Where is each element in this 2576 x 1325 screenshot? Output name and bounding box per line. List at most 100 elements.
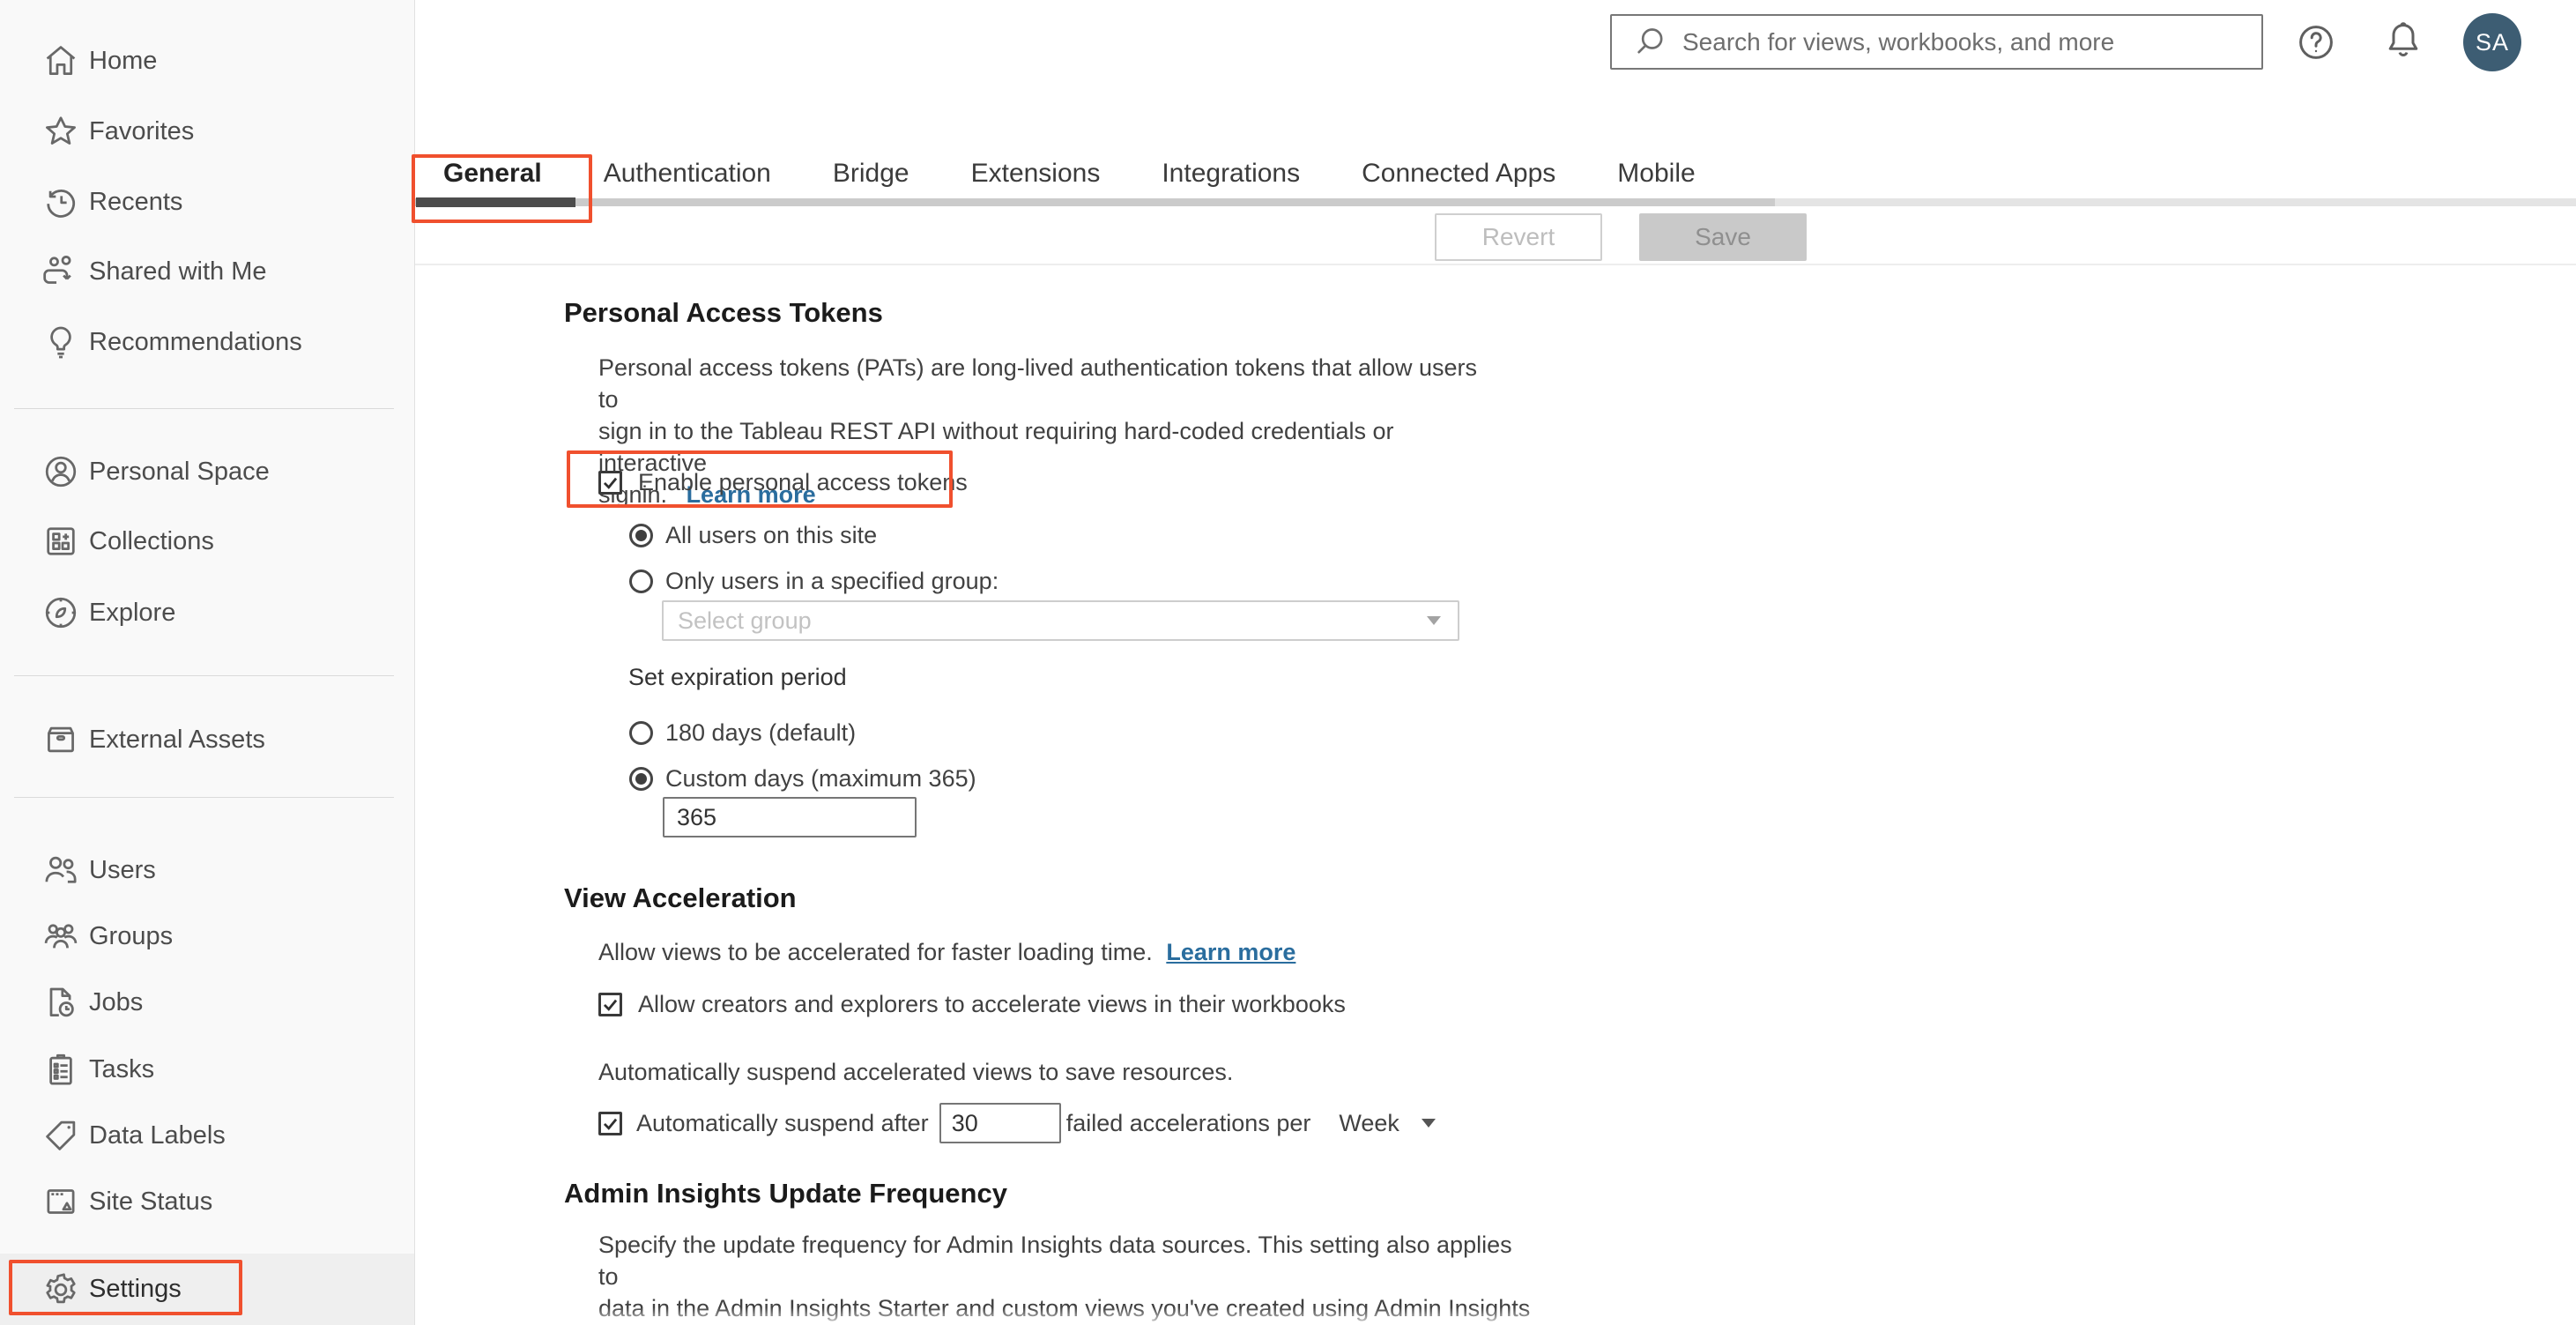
chevron-down-icon [1426, 615, 1442, 626]
history-icon [41, 182, 80, 221]
sidebar-item-users[interactable]: Users [0, 837, 414, 904]
sidebar-item-label: Groups [89, 921, 174, 950]
drawer-icon [41, 720, 80, 759]
star-icon [41, 112, 80, 151]
sidebar-item-collections[interactable]: Collections [0, 508, 414, 575]
settings-tabs: General Authentication Bridge Extensions… [443, 159, 1696, 197]
enable-pat-label: Enable personal access tokens [638, 469, 968, 495]
jobs-icon [41, 983, 80, 1022]
sidebar-item-label: External Assets [89, 725, 265, 754]
sidebar: Home Favorites Recents Shared with Me Re… [0, 0, 415, 1325]
auto-suspend-suffix-label: failed accelerations per [1065, 1109, 1311, 1136]
admin-insights-description: Specify the update frequency for Admin I… [598, 1232, 1531, 1321]
search-input[interactable] [1682, 27, 2261, 56]
suspend-count-input[interactable] [939, 1103, 1061, 1143]
sidebar-item-settings[interactable]: Settings [0, 1254, 414, 1325]
allow-acceleration-row: Allow creators and explorers to accelera… [598, 991, 1346, 1018]
sidebar-divider [14, 675, 394, 676]
sidebar-divider [14, 797, 394, 798]
sidebar-item-site-status[interactable]: Site Status [0, 1168, 414, 1235]
expiration-label: Set expiration period [628, 664, 847, 690]
custom-days-row: Custom days (maximum 365) [629, 765, 976, 793]
home-icon [41, 41, 80, 80]
header-divider [415, 264, 2576, 265]
pat-heading: Personal Access Tokens [564, 297, 883, 328]
allow-acceleration-checkbox[interactable] [598, 993, 622, 1016]
enable-pat-row: Enable personal access tokens [598, 469, 968, 496]
allow-acceleration-label: Allow creators and explorers to accelera… [638, 991, 1346, 1017]
tab-track-extension [1775, 198, 2576, 206]
tab-general[interactable]: General [443, 159, 542, 197]
sidebar-divider [14, 408, 394, 409]
sidebar-item-tasks[interactable]: Tasks [0, 1036, 414, 1103]
sidebar-item-home[interactable]: Home [0, 27, 414, 94]
all-users-radio[interactable] [629, 524, 653, 547]
sidebar-item-label: Tasks [89, 1054, 155, 1083]
avatar[interactable]: SA [2463, 13, 2521, 71]
notifications-bell-icon[interactable] [2382, 19, 2424, 62]
view-acceleration-description: Allow views to be accelerated for faster… [598, 936, 1656, 968]
auto-suspend-row: Automatically suspend after failed accel… [598, 1103, 1436, 1143]
tasks-icon [41, 1050, 80, 1089]
tab-mobile[interactable]: Mobile [1617, 159, 1695, 197]
sidebar-item-shared-with-me[interactable]: Shared with Me [0, 238, 414, 305]
specified-group-radio[interactable] [629, 569, 653, 593]
sidebar-item-personal-space[interactable]: Personal Space [0, 438, 414, 505]
tab-bridge[interactable]: Bridge [833, 159, 909, 197]
sidebar-item-label: Personal Space [89, 457, 270, 486]
sidebar-item-label: Users [89, 855, 156, 884]
sidebar-item-label: Data Labels [89, 1120, 226, 1150]
sidebar-item-favorites[interactable]: Favorites [0, 98, 414, 165]
sidebar-item-explore[interactable]: Explore [0, 579, 414, 646]
enable-pat-checkbox[interactable] [598, 471, 622, 495]
help-icon[interactable] [2295, 21, 2337, 63]
custom-days-label: Custom days (maximum 365) [665, 765, 976, 792]
shared-with-me-icon [41, 252, 80, 291]
collections-icon [41, 522, 80, 561]
sidebar-item-recents[interactable]: Recents [0, 168, 414, 235]
specified-group-label: Only users in a specified group: [665, 568, 999, 594]
auto-suspend-checkbox[interactable] [598, 1111, 622, 1135]
tag-icon [41, 1116, 80, 1155]
sidebar-item-label: Home [89, 46, 158, 75]
tableau-settings-page: Home Favorites Recents Shared with Me Re… [0, 0, 2576, 1325]
sidebar-item-data-labels[interactable]: Data Labels [0, 1102, 414, 1169]
gear-icon [41, 1270, 80, 1309]
default-days-radio[interactable] [629, 721, 653, 745]
tab-extensions[interactable]: Extensions [971, 159, 1101, 197]
custom-days-radio[interactable] [629, 767, 653, 791]
sidebar-item-label: Recommendations [89, 327, 302, 356]
site-status-icon [41, 1182, 80, 1221]
custom-days-input[interactable] [663, 797, 917, 837]
tab-integrations[interactable]: Integrations [1162, 159, 1300, 197]
sidebar-item-label: Explore [89, 598, 176, 627]
period-value: Week [1339, 1109, 1399, 1136]
person-circle-icon [41, 452, 80, 491]
sidebar-item-groups[interactable]: Groups [0, 903, 414, 970]
sidebar-item-label: Collections [89, 526, 214, 555]
tab-authentication[interactable]: Authentication [604, 159, 771, 197]
sidebar-item-label: Jobs [89, 987, 144, 1016]
users-icon [41, 851, 80, 890]
select-group-placeholder: Select group [678, 607, 812, 634]
specified-group-row: Only users in a specified group: [629, 568, 998, 595]
sidebar-item-label: Recents [89, 187, 183, 216]
revert-button[interactable]: Revert [1435, 213, 1602, 261]
select-group-dropdown[interactable]: Select group [662, 600, 1459, 641]
save-button[interactable]: Save [1639, 213, 1807, 261]
tab-connected-apps[interactable]: Connected Apps [1362, 159, 1555, 197]
main-area: SA General Authentication Bridge Extensi… [415, 0, 2576, 1325]
suspend-note: Automatically suspend accelerated views … [598, 1059, 1234, 1085]
active-tab-underline [416, 197, 575, 207]
view-acceleration-learn-more-link[interactable]: Learn more [1166, 939, 1295, 965]
compass-icon [41, 593, 80, 632]
default-days-label: 180 days (default) [665, 719, 857, 746]
chevron-down-icon [1421, 1118, 1436, 1128]
all-users-row: All users on this site [629, 522, 877, 549]
sidebar-item-recommendations[interactable]: Recommendations [0, 309, 414, 376]
period-dropdown[interactable]: Week [1339, 1110, 1436, 1137]
sidebar-item-label: Site Status [89, 1187, 213, 1216]
sidebar-item-external-assets[interactable]: External Assets [0, 706, 414, 773]
sidebar-item-jobs[interactable]: Jobs [0, 969, 414, 1036]
search-box[interactable] [1610, 14, 2263, 70]
